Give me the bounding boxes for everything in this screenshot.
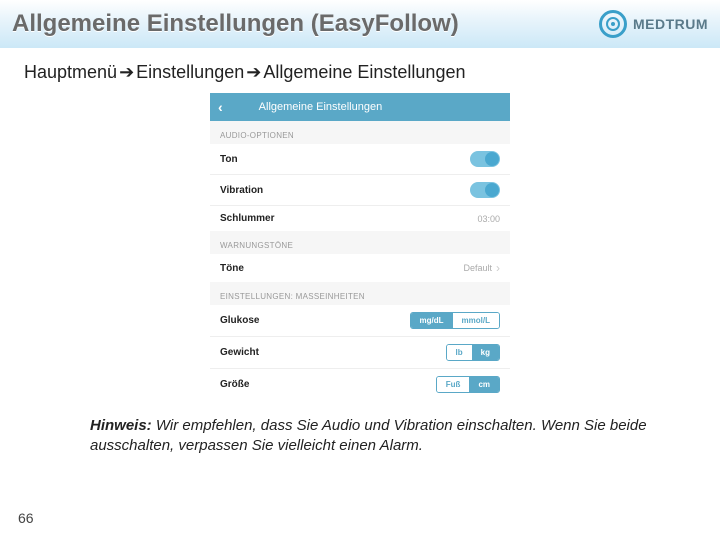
row-vibration: Vibration: [210, 175, 510, 206]
label-ton: Ton: [220, 154, 238, 165]
label-schlummer: Schlummer: [220, 213, 274, 224]
seg-glukose-b[interactable]: mmol/L: [453, 313, 499, 328]
row-glukose: Glukose mg/dL mmol/L: [210, 305, 510, 337]
arrow-icon: ➔: [246, 62, 261, 83]
arrow-icon: ➔: [119, 62, 134, 83]
seg-groesse-a[interactable]: Fuß: [437, 377, 470, 392]
seg-glukose-a[interactable]: mg/dL: [411, 313, 453, 328]
slide-header: Allgemeine Einstellungen (EasyFollow) ME…: [0, 0, 720, 48]
label-tone: Töne: [220, 263, 244, 274]
breadcrumb: Hauptmenü➔Einstellungen➔Allgemeine Einst…: [0, 48, 720, 93]
note-label: Hinweis:: [90, 417, 152, 434]
section-units-label: EINSTELLUNGEN: MASSEINHEITEN: [210, 282, 510, 305]
app-header: ‹ Allgemeine Einstellungen: [210, 93, 510, 121]
row-ton: Ton: [210, 144, 510, 175]
row-groesse: Größe Fuß cm: [210, 369, 510, 400]
breadcrumb-a: Hauptmenü: [24, 62, 117, 82]
chevron-right-icon: ›: [496, 261, 500, 275]
row-tone[interactable]: Töne Default›: [210, 254, 510, 282]
segment-gewicht[interactable]: lb kg: [446, 344, 500, 361]
label-groesse: Größe: [220, 379, 249, 390]
toggle-vibration[interactable]: [470, 182, 500, 198]
note-body: Wir empfehlen, dass Sie Audio und Vibrat…: [90, 417, 647, 454]
seg-gewicht-b[interactable]: kg: [472, 345, 499, 360]
value-tone: Default›: [463, 261, 500, 275]
app-header-title: Allgemeine Einstellungen: [259, 101, 383, 113]
toggle-ton[interactable]: [470, 151, 500, 167]
breadcrumb-c: Allgemeine Einstellungen: [263, 62, 465, 82]
segment-glukose[interactable]: mg/dL mmol/L: [410, 312, 500, 329]
label-vibration: Vibration: [220, 185, 263, 196]
note-text: Hinweis: Wir empfehlen, dass Sie Audio u…: [0, 400, 720, 457]
label-gewicht: Gewicht: [220, 347, 259, 358]
page-title: Allgemeine Einstellungen (EasyFollow): [12, 10, 459, 38]
brand-name: MEDTRUM: [633, 16, 708, 32]
brand-logo: MEDTRUM: [599, 10, 708, 38]
row-gewicht: Gewicht lb kg: [210, 337, 510, 369]
back-icon[interactable]: ‹: [218, 99, 223, 115]
segment-groesse[interactable]: Fuß cm: [436, 376, 500, 393]
page-number: 66: [18, 510, 34, 526]
section-audio-label: AUDIO-OPTIONEN: [210, 121, 510, 144]
seg-groesse-b[interactable]: cm: [469, 377, 499, 392]
value-schlummer: 03:00: [477, 214, 500, 224]
seg-gewicht-a[interactable]: lb: [447, 345, 472, 360]
section-warn-label: WARNUNGSTÖNE: [210, 231, 510, 254]
phone-screenshot: ‹ Allgemeine Einstellungen AUDIO-OPTIONE…: [210, 93, 510, 400]
label-glukose: Glukose: [220, 315, 259, 326]
breadcrumb-b: Einstellungen: [136, 62, 244, 82]
logo-icon: [599, 10, 627, 38]
row-schlummer[interactable]: Schlummer 03:00: [210, 206, 510, 231]
